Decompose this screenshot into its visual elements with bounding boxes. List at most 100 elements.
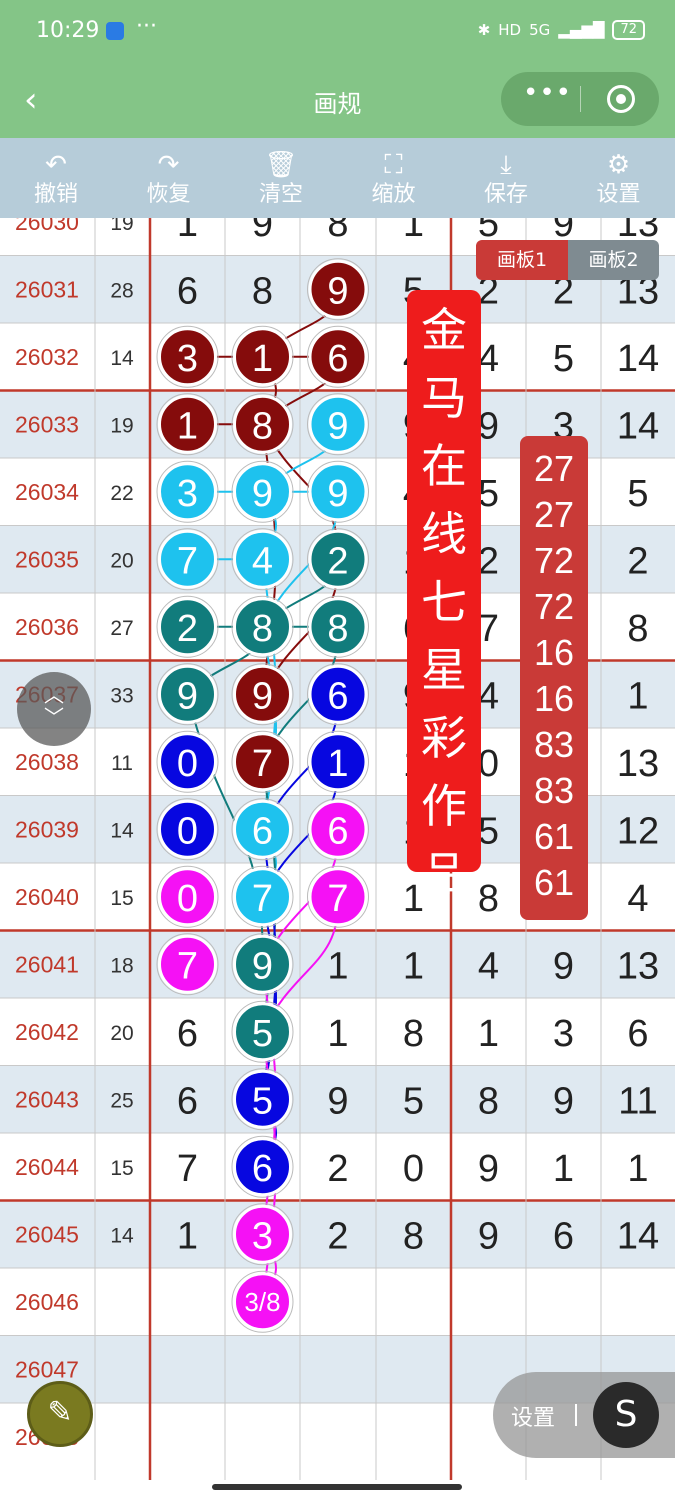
sum-value: 19: [110, 218, 133, 235]
sum-value: 18: [110, 954, 133, 977]
scroll-toggle-button[interactable]: ︿ ﹀: [17, 672, 91, 746]
issue-number: 26046: [15, 1289, 79, 1315]
digit-cell: 6: [627, 1013, 648, 1055]
digit-cell: 8: [403, 1215, 424, 1257]
board2-tab[interactable]: 画板2: [568, 240, 659, 280]
number-banner: 27 27 72 72 16 16 83 83 61 61: [520, 436, 588, 920]
digit-circle-label: 6: [327, 675, 348, 717]
digit-cell: 0: [478, 743, 499, 785]
issue-number: 26040: [15, 884, 79, 910]
digit-cell: 1: [327, 945, 348, 987]
more-menu-icon[interactable]: •••: [523, 78, 572, 108]
banner-number: 83: [533, 724, 575, 765]
digit-circle-label: 6: [327, 810, 348, 852]
issue-number: 26035: [15, 546, 79, 572]
trash-icon: 🗑: [264, 150, 298, 180]
sum-value: 15: [110, 887, 133, 910]
banner-char: 作: [421, 779, 467, 833]
digit-cell: 13: [617, 743, 659, 785]
toolbar-trash-button[interactable]: 🗑 清空: [225, 138, 337, 218]
bluetooth-icon: ✱: [477, 21, 491, 39]
settings-divider: [575, 1404, 577, 1426]
digit-cell: 4: [627, 878, 648, 920]
digit-cell: 5: [403, 1080, 424, 1122]
toolbar-download-button[interactable]: ⤓ 保存: [450, 138, 562, 218]
digit-cell: 2: [478, 540, 499, 582]
digit-cell: 14: [617, 405, 659, 447]
digit-cell: 2: [627, 540, 648, 582]
digit-cell: 9: [327, 1080, 348, 1122]
issue-number: 26043: [15, 1086, 79, 1112]
toolbar-gear-button[interactable]: ⚙ 设置: [563, 138, 675, 218]
digit-cell: 11: [618, 1080, 657, 1122]
digit-circle-label: 6: [252, 810, 273, 852]
pen-tool-button[interactable]: ✎: [27, 1381, 93, 1447]
digit-cell: 1: [177, 218, 198, 245]
digit-cell: 8: [327, 218, 348, 245]
digit-cell: 6: [177, 1013, 198, 1055]
toolbar-zoom-button[interactable]: ⛶ 缩放: [338, 138, 450, 218]
digit-circle-label: 9: [252, 473, 273, 515]
toolbar-label: 撤销: [33, 182, 78, 207]
digit-circle-label: 4: [252, 540, 273, 582]
digit-cell: 6: [177, 1080, 198, 1122]
issue-number: 26042: [15, 1019, 79, 1045]
settings-label[interactable]: 设置: [511, 1400, 555, 1432]
digit-cell: 5: [553, 338, 574, 380]
digit-cell: 14: [617, 338, 659, 380]
digit-cell: 7: [478, 608, 499, 650]
digit-cell: 3: [553, 1013, 574, 1055]
digit-circle-label: 2: [177, 608, 198, 650]
toolbar-redo-button[interactable]: ↷ 恢复: [113, 138, 225, 218]
issue-number: 26031: [15, 276, 79, 302]
zoom-icon: ⛶: [384, 150, 403, 180]
banner-char: 七: [421, 575, 467, 629]
sum-value: 15: [110, 1157, 133, 1180]
sum-value: 19: [110, 414, 133, 437]
issue-number: 26033: [15, 411, 79, 437]
toolbar-undo-button[interactable]: ↶ 撤销: [0, 138, 112, 218]
digit-cell: 1: [478, 1013, 499, 1055]
issue-number: 26030: [15, 218, 79, 235]
banner-number: 27: [533, 448, 575, 489]
digit-cell: 5: [478, 473, 499, 515]
download-icon: ⤓: [500, 150, 512, 180]
issue-number: 26038: [15, 749, 79, 775]
mini-program-capsule: •••: [501, 72, 659, 126]
digit-cell: 1: [627, 675, 648, 717]
issue-number: 26039: [15, 816, 79, 842]
status-time: 10:29: [36, 18, 100, 43]
sum-value: 33: [110, 684, 133, 707]
toolbar-label: 保存: [483, 182, 528, 207]
digit-cell: 5: [478, 810, 499, 852]
home-indicator: [212, 1484, 462, 1490]
toolbar-label: 设置: [596, 182, 641, 207]
digit-circle-label: 1: [327, 743, 348, 785]
digit-circle-label: 3: [252, 1215, 273, 1257]
digit-cell: 1: [403, 218, 424, 245]
banner-char: 金: [421, 303, 467, 357]
app-notification-icon: [106, 22, 124, 40]
banner-number: 27: [533, 494, 575, 535]
digit-circle-label: 7: [252, 878, 273, 920]
digit-circle-label: 6: [252, 1148, 273, 1190]
banner-number: 16: [533, 678, 575, 719]
digit-circle-label: 1: [252, 338, 273, 380]
undo-icon: ↶: [45, 150, 67, 180]
status-bar: 10:29 ··· ✱ HD 5G ▂▄▆█ 72: [0, 0, 675, 66]
issue-number: 26041: [15, 951, 79, 977]
banner-char: 在: [421, 439, 467, 493]
board1-tab[interactable]: 画板1: [476, 240, 568, 280]
row-background: [0, 1268, 675, 1336]
board-switcher: 画板1 画板2: [476, 240, 659, 280]
s-button[interactable]: S: [593, 1382, 659, 1448]
close-program-icon[interactable]: [607, 85, 635, 113]
digit-circle-label: 7: [177, 540, 198, 582]
hd-badge: HD: [498, 21, 522, 39]
toolbar-label: 缩放: [371, 182, 416, 207]
digit-cell: 1: [177, 1215, 198, 1257]
banner-number: 72: [533, 540, 575, 581]
battery-level: 72: [612, 20, 645, 40]
digit-cell: 13: [617, 945, 659, 987]
digit-cell: 5: [627, 473, 648, 515]
